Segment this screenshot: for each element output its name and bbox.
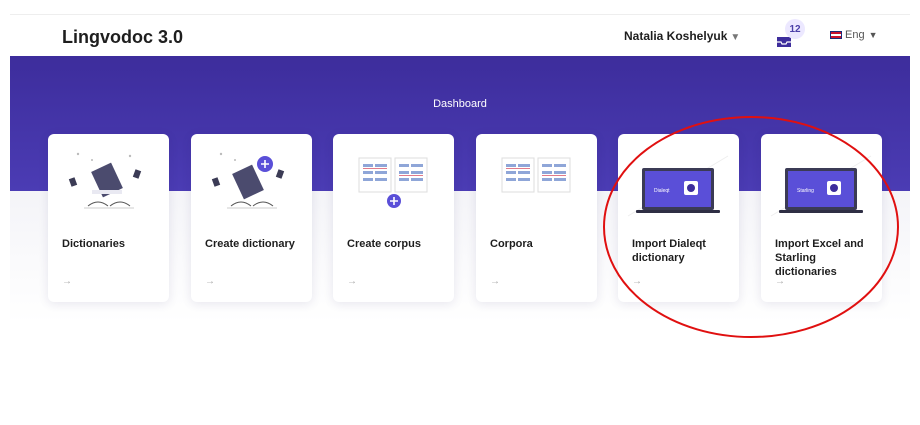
arrow-right-icon: → (775, 276, 785, 287)
notifications-button[interactable]: 12 (775, 19, 805, 49)
language-selector[interactable]: Eng ▼ (830, 29, 878, 41)
card-create-dictionary[interactable]: Create dictionary → (191, 134, 312, 302)
user-menu[interactable]: Natalia Koshelyuk ▼ (624, 29, 740, 43)
laptop-illustration: Dialeqt (627, 155, 729, 217)
card-label: Create dictionary (205, 238, 295, 250)
app-logo[interactable]: Lingvodoc 3.0 (62, 27, 183, 48)
card-label: Dictionaries (62, 238, 125, 250)
screen-label: Starling (797, 188, 814, 194)
card-import-excel-starling[interactable]: Starling Import Excel and Starling dicti… (761, 134, 882, 302)
screen-label: Dialeqt (654, 188, 670, 194)
card-corpora[interactable]: Corpora → (476, 134, 597, 302)
arrow-right-icon: → (490, 276, 500, 287)
dictionaries-illustration (68, 152, 142, 209)
arrow-right-icon: → (347, 276, 357, 287)
notification-badge: 12 (785, 19, 805, 39)
card-create-corpus[interactable]: Create corpus → (333, 134, 454, 302)
laptop-illustration: Starling (770, 155, 872, 217)
arrow-right-icon: → (205, 276, 215, 287)
card-import-dialeqt[interactable]: Dialeqt Import Dialeqt dictionary → (618, 134, 739, 302)
language-label: Eng (845, 29, 865, 41)
uk-flag-icon (830, 31, 842, 39)
arrow-right-icon: → (62, 276, 72, 287)
card-label: Import Dialeqt dictionary (632, 238, 706, 264)
user-name: Natalia Koshelyuk (624, 29, 728, 43)
page-title: Dashboard (433, 98, 487, 110)
create-dictionary-illustration (211, 152, 285, 209)
chevron-down-icon: ▼ (730, 32, 741, 43)
top-header: Lingvodoc 3.0 Natalia Koshelyuk ▼ 12 Eng … (10, 14, 910, 56)
card-label: Import Excel and Starling dictionaries (775, 238, 864, 278)
corpora-illustration (501, 157, 571, 193)
card-dictionaries[interactable]: Dictionaries → (48, 134, 169, 302)
chevron-down-icon: ▼ (868, 30, 878, 40)
arrow-right-icon: → (632, 276, 642, 287)
card-label: Create corpus (347, 238, 421, 250)
create-corpus-illustration (358, 157, 428, 208)
card-label: Corpora (490, 238, 533, 250)
